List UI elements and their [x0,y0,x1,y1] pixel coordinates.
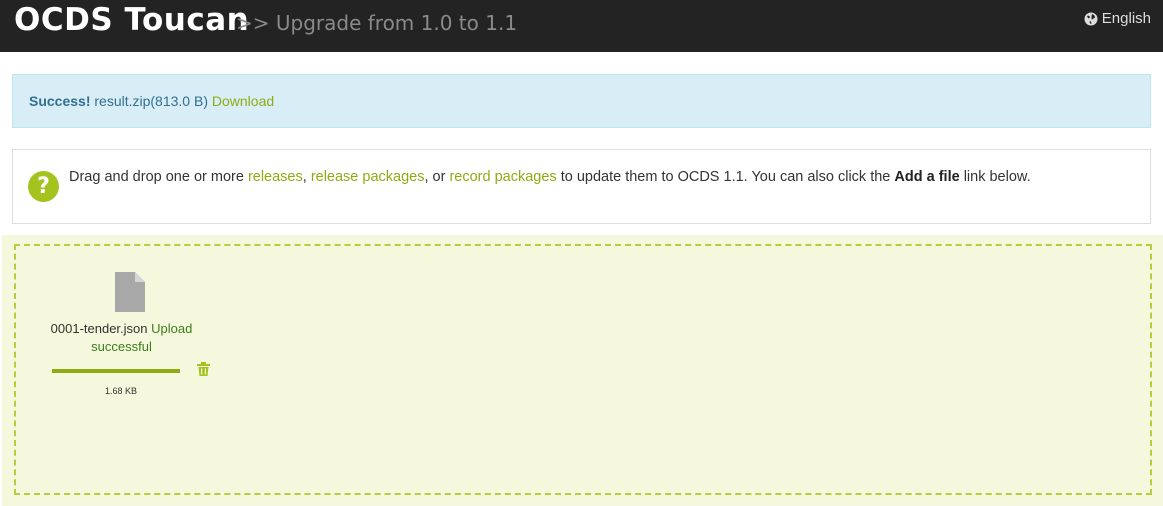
language-label: English [1101,10,1151,27]
record-packages-link[interactable]: record packages [449,169,556,185]
success-alert: Success! result.zip(813.0 B) Download [12,74,1151,128]
download-link[interactable]: Download [212,93,274,109]
language-selector[interactable]: English [1084,10,1151,27]
upload-progress-bar [52,369,180,373]
release-packages-link[interactable]: release packages [311,169,425,185]
instructions-text-part: , or [424,169,450,185]
top-navbar: OCDS Toucan >> Upgrade from 1.0 to 1.1 E… [0,0,1163,52]
file-name-status: 0001-tender.json Upload successful [34,320,209,356]
alert-strong: Success! [29,93,91,109]
dropzone-border[interactable]: 0001-tender.json Upload successful 1.68 … [14,244,1152,495]
result-file-label: result.zip(813.0 B) [94,93,208,109]
page-subtitle: >> Upgrade from 1.0 to 1.1 [236,11,518,35]
instructions-text-part: link below. [959,169,1031,185]
file-icon [115,272,145,317]
globe-icon [1084,12,1098,26]
brand-title[interactable]: OCDS Toucan [14,2,249,38]
trash-icon[interactable] [197,362,210,381]
add-file-emphasis: Add a file [894,169,960,185]
instructions-text-part: to update them to OCDS 1.1. You can also… [556,169,895,185]
instructions-text: Drag and drop one or more releases, rele… [69,169,1031,185]
instructions-text-part: , [302,169,311,185]
releases-link[interactable]: releases [248,169,303,185]
file-size: 1.68 KB [104,386,138,396]
dropzone-area[interactable]: 0001-tender.json Upload successful 1.68 … [2,235,1163,506]
file-name: 0001-tender.json [50,321,148,336]
instructions-text-part: Drag and drop one or more [69,169,248,185]
question-icon: ? [28,171,59,202]
instructions-box: ? Drag and drop one or more releases, re… [12,149,1151,224]
